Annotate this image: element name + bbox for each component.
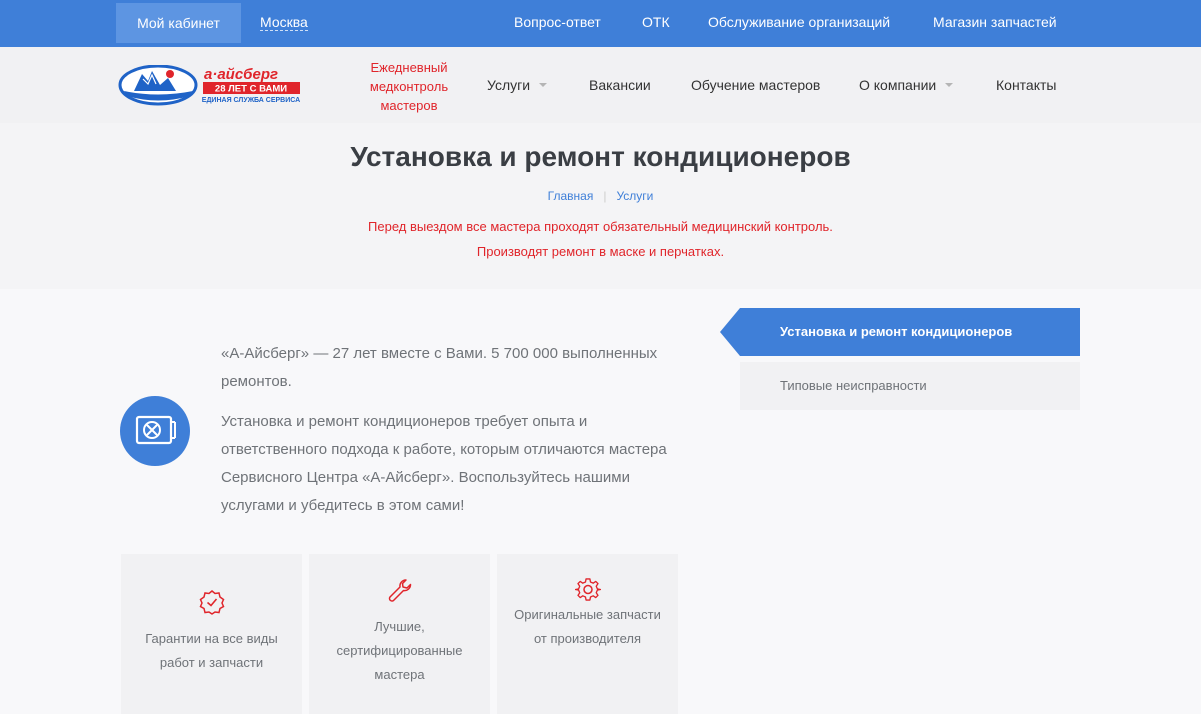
breadcrumb-home[interactable]: Главная	[548, 189, 594, 203]
intro-paragraph: «А-Айсберг» — 27 лет вместе с Вами. 5 70…	[221, 345, 658, 390]
service-icon-circle	[120, 396, 190, 466]
svg-text:28 ЛЕТ С ВАМИ: 28 ЛЕТ С ВАМИ	[215, 84, 287, 95]
breadcrumb-services[interactable]: Услуги	[616, 189, 653, 203]
city-selector[interactable]: Москва	[260, 14, 308, 31]
top-link-otk[interactable]: ОТК	[642, 14, 670, 30]
promo-line: медконтроль	[369, 79, 449, 94]
sidebar-item-ac-repair[interactable]: Установка и ремонт кондиционеров	[720, 308, 1080, 356]
feature-parts-text: Оригинальные запчасти от производителя	[514, 607, 661, 646]
nav-about-label: О компании	[859, 77, 937, 93]
svg-text:ЕДИНАЯ СЛУЖБА СЕРВИСА: ЕДИНАЯ СЛУЖБА СЕРВИСА	[202, 97, 300, 104]
breadcrumb-separator: |	[603, 189, 607, 203]
sidebar-item-label: Установка и ремонт кондиционеров	[780, 324, 1013, 339]
chevron-down-icon	[539, 83, 548, 88]
my-cabinet-button[interactable]: Мой кабинет	[116, 3, 241, 43]
promo-line: Ежедневный	[370, 60, 448, 75]
iceberg-logo-icon: а·айсберг 28 ЛЕТ С ВАМИ ЕДИНАЯ СЛУЖБА СЕ…	[118, 64, 300, 106]
feature-warranty-text: Гарантии на все виды работ и запчасти	[145, 631, 278, 670]
nav-services[interactable]: Услуги	[487, 77, 548, 93]
feature-masters: Лучшие, сертифицированные мастера	[309, 554, 490, 714]
site-header: а·айсберг 28 ЛЕТ С ВАМИ ЕДИНАЯ СЛУЖБА СЕ…	[0, 47, 1201, 123]
nav-contacts[interactable]: Контакты	[996, 77, 1056, 93]
wrench-icon	[388, 579, 412, 602]
nav-about[interactable]: О компании	[859, 77, 954, 93]
medical-notice: Перед выездом все мастера проходят обяза…	[368, 219, 833, 234]
top-bar: Мой кабинет Москва Вопрос-ответ ОТК Обсл…	[0, 0, 1201, 47]
sidebar-item-typical-faults[interactable]: Типовые неисправности	[740, 362, 1080, 410]
top-link-parts-shop[interactable]: Магазин запчастей	[933, 14, 1057, 30]
breadcrumb: Главная | Услуги	[0, 188, 1201, 204]
page-hero: Установка и ремонт кондиционеров Главная…	[0, 123, 1201, 289]
svg-text:а·айсберг: а·айсберг	[204, 66, 278, 83]
nav-training[interactable]: Обучение мастеров	[691, 77, 820, 93]
service-description: Установка и ремонт кондиционеров требует…	[221, 413, 667, 514]
main-content: «А-Айсберг» — 27 лет вместе с Вами. 5 70…	[0, 289, 1201, 714]
feature-masters-text: Лучшие, сертифицированные мастера	[336, 619, 463, 682]
feature-parts: Оригинальные запчасти от производителя	[497, 554, 678, 714]
top-link-organizations[interactable]: Обслуживание организаций	[708, 14, 890, 30]
nav-vacancies[interactable]: Вакансии	[589, 77, 651, 93]
chevron-down-icon	[945, 83, 954, 88]
site-logo[interactable]: а·айсберг 28 ЛЕТ С ВАМИ ЕДИНАЯ СЛУЖБА СЕ…	[118, 64, 303, 107]
features-row: Гарантии на все виды работ и запчасти Лу…	[121, 554, 678, 714]
gear-icon	[575, 578, 601, 601]
feature-warranty: Гарантии на все виды работ и запчасти	[121, 554, 302, 714]
sidebar-item-label: Типовые неисправности	[780, 378, 927, 393]
page-title: Установка и ремонт кондиционеров	[350, 141, 851, 172]
nav-services-label: Услуги	[487, 77, 531, 93]
badge-check-icon	[199, 590, 225, 615]
top-link-faq[interactable]: Вопрос-ответ	[514, 14, 601, 30]
mask-notice: Производят ремонт в маске и перчатках.	[476, 244, 725, 259]
medcontrol-promo[interactable]: Ежедневный медконтроль мастеров	[355, 58, 463, 115]
promo-line: мастеров	[380, 98, 438, 113]
air-conditioner-icon	[135, 415, 176, 445]
